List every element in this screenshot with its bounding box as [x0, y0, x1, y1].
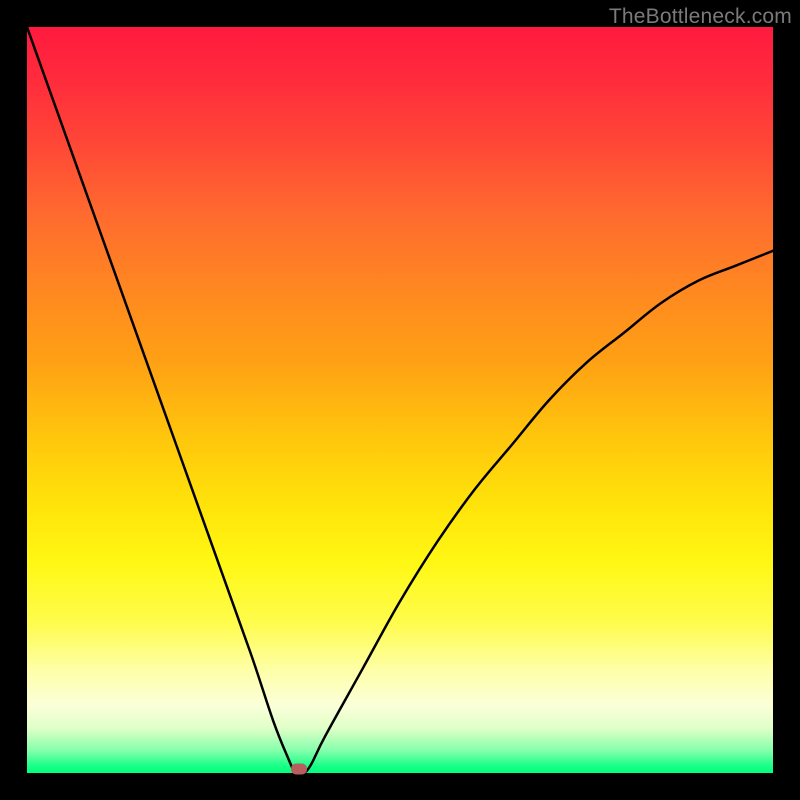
chart-plot-area [27, 27, 773, 773]
bottleneck-curve [27, 27, 773, 773]
optimal-point-marker [291, 764, 307, 775]
watermark-text: TheBottleneck.com [609, 5, 792, 29]
